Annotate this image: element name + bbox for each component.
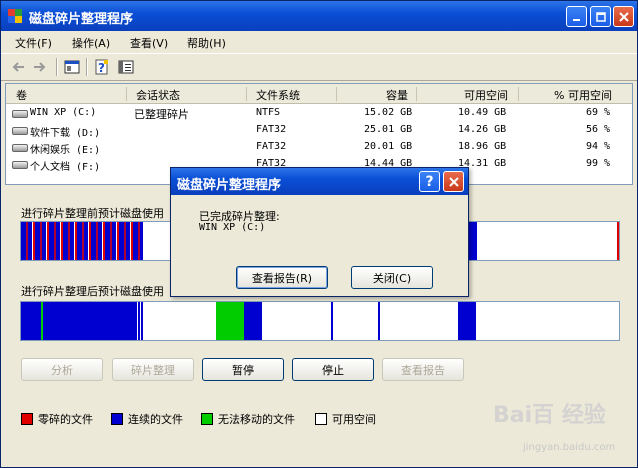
forward-arrow-icon[interactable] — [31, 58, 49, 76]
after-usage-map — [20, 301, 620, 341]
window-title: 磁盘碎片整理程序 — [29, 12, 134, 27]
watermark-url: jingyan.baidu.com — [523, 442, 616, 453]
help-icon[interactable]: ? — [93, 58, 111, 76]
dialog-help-button[interactable]: ? — [419, 171, 440, 192]
col-filesystem[interactable]: 文件系统 — [256, 87, 300, 103]
analyze-button[interactable]: 分析 — [21, 358, 103, 381]
dialog-close-text-button[interactable]: 关闭(C) — [351, 266, 433, 289]
toolbar-separator — [56, 58, 58, 76]
before-usage-label: 进行碎片整理前预计磁盘使用 — [21, 207, 164, 220]
view-icon[interactable] — [117, 58, 135, 76]
legend-label: 零碎的文件 — [38, 413, 93, 426]
fragmented-swatch — [21, 413, 33, 425]
dialog-volume: WIN XP (C:) — [199, 222, 266, 233]
title-bar[interactable]: 磁盘碎片整理程序 — [1, 1, 637, 31]
col-status[interactable]: 会话状态 — [136, 87, 180, 103]
dialog-view-report-button[interactable]: 查看报告(R) — [236, 266, 328, 289]
contiguous-region — [458, 302, 476, 340]
dialog-title: 磁盘碎片整理程序 — [177, 178, 282, 193]
view-report-button[interactable]: 查看报告 — [382, 358, 464, 381]
legend-unmovable: 无法移动的文件 — [201, 411, 295, 427]
svg-text:?: ? — [98, 61, 105, 75]
toolbar: ? — [1, 53, 637, 81]
volume-free-pct: 56 % — [586, 124, 611, 135]
help-icon: ? — [425, 173, 434, 190]
menu-action[interactable]: 操作(A) — [72, 35, 110, 51]
volume-name: WIN XP (C:) — [30, 107, 97, 118]
contiguous-swatch — [111, 413, 123, 425]
drive-icon — [12, 161, 28, 169]
close-icon — [618, 11, 629, 22]
volume-fs: FAT32 — [256, 141, 287, 152]
maximize-icon — [595, 11, 606, 22]
legend-contiguous: 连续的文件 — [111, 411, 183, 427]
completion-dialog: 磁盘碎片整理程序 ? 已完成碎片整理: WIN XP (C:) 查看报告(R) … — [170, 167, 469, 297]
pause-button[interactable]: 暂停 — [202, 358, 284, 381]
dialog-close-button[interactable] — [443, 171, 464, 192]
volume-free: 18.96 GB — [458, 141, 507, 152]
volume-row[interactable]: 休闲娱乐 (E:) FAT32 20.01 GB 18.96 GB 94 % — [6, 139, 632, 156]
properties-icon[interactable] — [63, 58, 81, 76]
contiguous-region — [135, 302, 143, 340]
after-usage-label: 进行碎片整理后预计磁盘使用 — [21, 285, 164, 298]
menu-bar: 文件(F) 操作(A) 查看(V) 帮助(H) — [1, 31, 637, 52]
free-swatch — [315, 413, 327, 425]
volume-free-pct: 94 % — [586, 141, 611, 152]
watermark-logo: Bai百 经验 — [493, 403, 606, 428]
volume-name: 休闲娱乐 (E:) — [30, 145, 101, 156]
contiguous-region — [244, 302, 262, 340]
volume-list-header: 卷 会话状态 文件系统 容量 可用空间 % 可用空间 — [6, 84, 632, 104]
defrag-button[interactable]: 碎片整理 — [112, 358, 194, 381]
volume-free: 14.26 GB — [458, 124, 507, 135]
volume-capacity: 15.02 GB — [364, 107, 413, 118]
minimize-button[interactable] — [566, 6, 587, 27]
volume-name: 软件下载 (D:) — [30, 128, 101, 139]
drive-icon — [12, 110, 28, 118]
menu-file[interactable]: 文件(F) — [15, 35, 52, 51]
drive-icon — [12, 127, 28, 135]
contiguous-region — [43, 302, 135, 340]
toolbar-separator — [86, 58, 88, 76]
volume-name: 个人文档 (F:) — [30, 162, 101, 173]
volume-status: 已整理碎片 — [134, 108, 189, 121]
legend-fragmented: 零碎的文件 — [21, 411, 93, 427]
unmovable-swatch — [201, 413, 213, 425]
legend-label: 连续的文件 — [128, 413, 183, 426]
contiguous-region — [21, 302, 41, 340]
volume-row[interactable]: WIN XP (C:) 已整理碎片 NTFS 15.02 GB 10.49 GB… — [6, 105, 632, 122]
col-free[interactable]: 可用空间 — [464, 87, 508, 103]
volume-fs: FAT32 — [256, 124, 287, 135]
legend-label: 无法移动的文件 — [218, 413, 295, 426]
menu-view[interactable]: 查看(V) — [130, 35, 168, 51]
maximize-button[interactable] — [590, 6, 611, 27]
volume-free-pct: 69 % — [586, 107, 611, 118]
drive-icon — [12, 144, 28, 152]
minimize-icon — [572, 18, 580, 21]
volume-capacity: 20.01 GB — [364, 141, 413, 152]
fragmented-region — [21, 222, 143, 260]
contiguous-region — [331, 302, 333, 340]
col-volume[interactable]: 卷 — [16, 87, 27, 103]
menu-help[interactable]: 帮助(H) — [187, 35, 226, 51]
contiguous-region — [378, 302, 380, 340]
defrag-app-icon — [8, 9, 22, 23]
legend-label: 可用空间 — [332, 413, 376, 426]
close-icon — [448, 176, 459, 187]
volume-free: 10.49 GB — [458, 107, 507, 118]
volume-free-pct: 99 % — [586, 158, 611, 169]
legend-free: 可用空间 — [315, 411, 376, 427]
volume-fs: NTFS — [256, 107, 281, 118]
close-button[interactable] — [613, 6, 634, 27]
volume-capacity: 25.01 GB — [364, 124, 413, 135]
col-capacity[interactable]: 容量 — [386, 87, 408, 103]
fragmented-region — [617, 222, 619, 260]
volume-row[interactable]: 软件下载 (D:) FAT32 25.01 GB 14.26 GB 56 % — [6, 122, 632, 139]
unmovable-region — [216, 302, 244, 340]
dialog-title-bar[interactable]: 磁盘碎片整理程序 ? — [171, 168, 468, 195]
stop-button[interactable]: 停止 — [292, 358, 374, 381]
back-arrow-icon[interactable] — [9, 58, 27, 76]
col-free-pct[interactable]: % 可用空间 — [554, 87, 612, 103]
